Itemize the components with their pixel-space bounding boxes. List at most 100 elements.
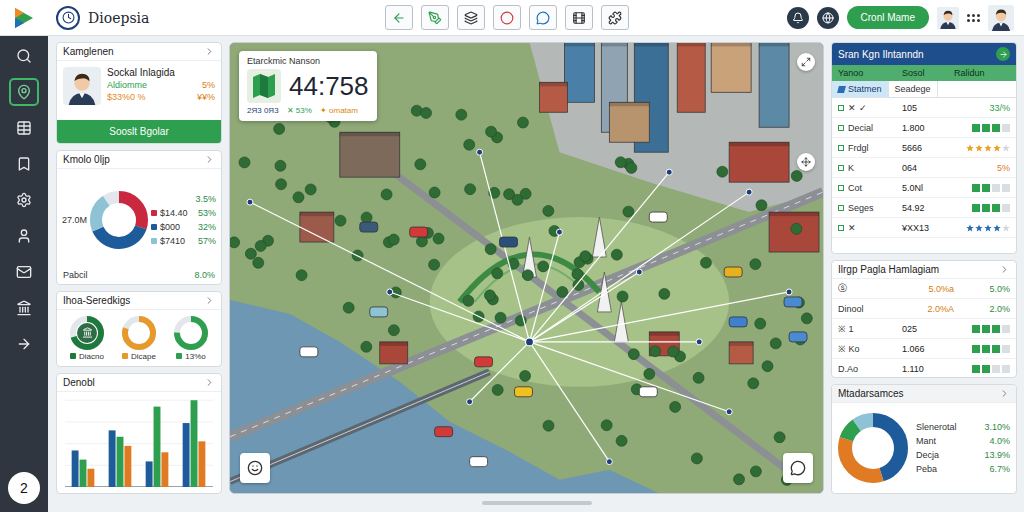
- pages-row[interactable]: D.Ao1.110: [832, 359, 1016, 378]
- sidebar-badge[interactable]: 2: [8, 472, 40, 504]
- network-node[interactable]: [696, 339, 702, 345]
- network-node[interactable]: [387, 289, 393, 295]
- tree: [659, 288, 670, 299]
- map-pan-button[interactable]: [797, 153, 815, 171]
- level-blocks: [954, 345, 1010, 353]
- clock-icon: [56, 6, 80, 30]
- network-hub[interactable]: [526, 338, 534, 346]
- network-node[interactable]: [477, 149, 483, 155]
- tree: [617, 291, 628, 302]
- user-avatar-icon[interactable]: [937, 7, 959, 29]
- tree: [485, 244, 496, 255]
- notification-button[interactable]: [787, 7, 809, 29]
- apps-menu-button[interactable]: [967, 14, 980, 22]
- pages-row[interactable]: ※ 1025: [832, 319, 1016, 339]
- globe-button[interactable]: [817, 7, 839, 29]
- app-title: Dioepsia: [88, 10, 149, 26]
- star-icon: [966, 144, 974, 152]
- pages-row[interactable]: ⓢ5.0%a5.0%: [832, 279, 1016, 299]
- network-node[interactable]: [666, 169, 672, 175]
- network-node[interactable]: [606, 459, 612, 465]
- sidebar-item[interactable]: [9, 42, 39, 70]
- pen-icon: [428, 11, 442, 25]
- column-header[interactable]: Ralidun: [954, 68, 1010, 78]
- chevron-icon[interactable]: [204, 377, 215, 388]
- network-node[interactable]: [247, 199, 253, 205]
- network-node[interactable]: [786, 289, 792, 295]
- sidebar-item[interactable]: [9, 258, 39, 286]
- tree: [750, 259, 761, 270]
- tree: [421, 107, 432, 118]
- toolbar-button[interactable]: [457, 5, 485, 30]
- tree: [517, 117, 528, 128]
- tree: [616, 435, 627, 446]
- sidebar-item[interactable]: [9, 330, 39, 358]
- sidebar-item[interactable]: [9, 294, 39, 322]
- donut-segment: [845, 420, 901, 476]
- tree: [801, 313, 812, 324]
- person-avatar-icon[interactable]: [63, 67, 101, 105]
- action-button[interactable]: Cronl Mame: [847, 6, 929, 29]
- profile-avatar-icon[interactable]: [988, 5, 1014, 31]
- map-chat-button[interactable]: [783, 453, 813, 483]
- table-row[interactable]: ✕ ✓10533/%: [832, 98, 1016, 118]
- pages-row[interactable]: ※ Ko1.066: [832, 339, 1016, 359]
- table-row[interactable]: Cot5.0Nl: [832, 178, 1016, 198]
- map-info-stat: ✕ 53%: [287, 106, 312, 115]
- donut-segment: [125, 319, 153, 347]
- sidebar-item[interactable]: [9, 150, 39, 178]
- chevron-icon[interactable]: [999, 264, 1010, 275]
- network-node[interactable]: [726, 409, 732, 415]
- toolbar-button[interactable]: [493, 5, 521, 30]
- table-row[interactable]: Decial1.800: [832, 118, 1016, 138]
- network-node[interactable]: [556, 229, 562, 235]
- toolbar-button[interactable]: [565, 5, 593, 30]
- sidebar-item[interactable]: [9, 186, 39, 214]
- sidebar-item[interactable]: [9, 114, 39, 142]
- level-block: [972, 184, 980, 192]
- tab[interactable]: Seadege: [889, 81, 938, 97]
- tree: [734, 474, 745, 485]
- logo[interactable]: [0, 6, 48, 30]
- chevron-icon[interactable]: [204, 154, 215, 165]
- logo-icon[interactable]: [13, 6, 35, 30]
- network-node[interactable]: [746, 189, 752, 195]
- profile-button[interactable]: Sooslt Bgolar: [57, 120, 221, 143]
- map-expand-button[interactable]: [797, 53, 815, 71]
- chart-bar: [117, 437, 124, 487]
- tree: [343, 302, 354, 313]
- scroll-indicator[interactable]: [482, 501, 592, 505]
- map-feedback-button[interactable]: [240, 453, 270, 483]
- tree: [492, 268, 503, 279]
- toolbar-button[interactable]: [385, 5, 413, 30]
- toolbar-button[interactable]: [601, 5, 629, 30]
- toolbar-button[interactable]: [529, 5, 557, 30]
- chevron-icon[interactable]: [204, 46, 215, 57]
- chevron-icon[interactable]: [999, 388, 1010, 399]
- sidebar-item[interactable]: [9, 78, 39, 106]
- chevron-icon[interactable]: [204, 295, 215, 306]
- pages-panel: Ilrgp Pagla Hamlagiam ⓢ5.0%a5.0%Dinool2.0…: [831, 260, 1017, 378]
- row-icon: [838, 125, 844, 131]
- card-title: Ilrgp Pagla Hamlagiam: [838, 264, 939, 275]
- sidebar-item[interactable]: [9, 222, 39, 250]
- network-node[interactable]: [467, 399, 473, 405]
- star-icon: [975, 144, 983, 152]
- building: [677, 43, 705, 112]
- column-header[interactable]: Yanoo: [838, 68, 902, 78]
- table-icon: [16, 120, 32, 136]
- tree: [750, 466, 761, 477]
- column-header[interactable]: Sosol: [902, 68, 954, 78]
- map-info-card: Etarckmic Nanson44:7582Я3 0Я3✕ 53%✦ omat…: [239, 51, 377, 121]
- arrow-icon[interactable]: [996, 47, 1010, 61]
- settings-icon: [16, 192, 32, 208]
- tab[interactable]: Statmen: [832, 81, 889, 97]
- table-row[interactable]: Seges54.92: [832, 198, 1016, 218]
- star-rating: [954, 144, 1010, 152]
- network-node[interactable]: [636, 269, 642, 275]
- table-row[interactable]: Frdgl5666: [832, 138, 1016, 158]
- pages-row[interactable]: Dinool2.0%A2.0%: [832, 299, 1016, 319]
- table-row[interactable]: ✕¥XX13: [832, 218, 1016, 238]
- toolbar-button[interactable]: [421, 5, 449, 30]
- table-row[interactable]: K0645%: [832, 158, 1016, 178]
